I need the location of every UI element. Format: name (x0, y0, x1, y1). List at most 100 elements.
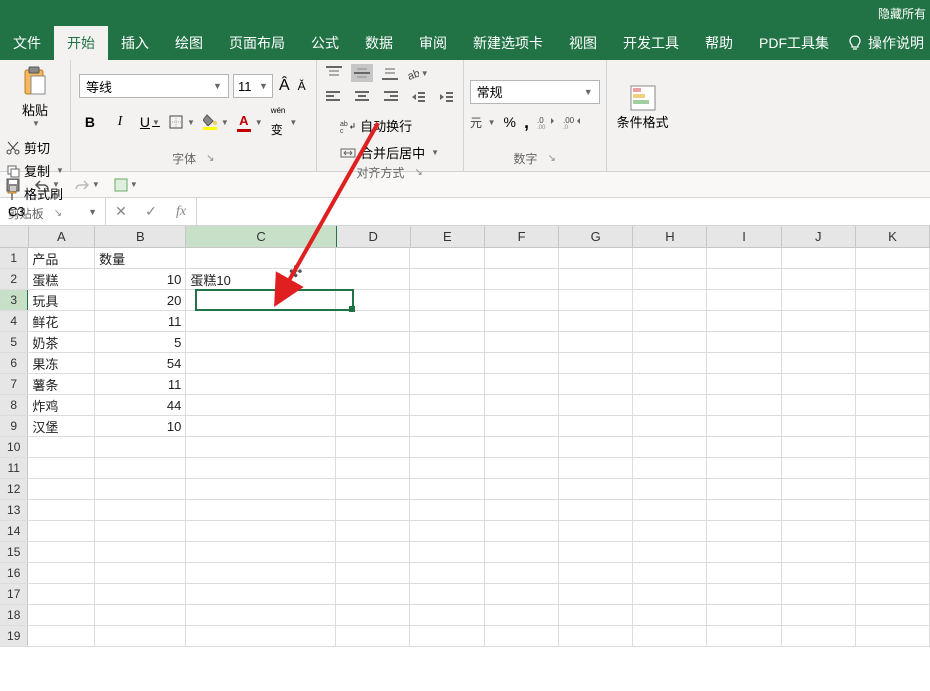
cell[interactable] (336, 290, 410, 310)
percent-button[interactable]: % (504, 114, 516, 130)
cell[interactable] (856, 479, 930, 499)
cell[interactable] (856, 353, 930, 373)
cell[interactable] (186, 290, 336, 310)
align-center[interactable] (351, 88, 373, 106)
font-launcher[interactable]: ↘ (206, 153, 214, 164)
cell[interactable] (856, 584, 930, 604)
cell[interactable] (336, 605, 410, 625)
cell[interactable] (485, 269, 559, 289)
cell[interactable] (559, 584, 633, 604)
cell[interactable] (707, 374, 781, 394)
merge-center-button[interactable]: 合并后居中▼ (340, 143, 439, 162)
row-header-4[interactable]: 4 (0, 311, 28, 331)
cell[interactable] (410, 374, 484, 394)
cell[interactable] (485, 290, 559, 310)
align-left[interactable] (323, 88, 345, 106)
tab-pdf-tools[interactable]: PDF工具集 (746, 26, 842, 60)
column-header-A[interactable]: A (29, 226, 96, 247)
row-header-1[interactable]: 1 (0, 248, 28, 268)
cell[interactable] (707, 248, 781, 268)
cell[interactable] (336, 500, 410, 520)
cell[interactable] (856, 311, 930, 331)
cell[interactable] (485, 500, 559, 520)
cell[interactable] (336, 374, 410, 394)
cell[interactable] (95, 437, 186, 457)
cell[interactable] (633, 521, 707, 541)
cell[interactable] (856, 458, 930, 478)
cell[interactable] (336, 437, 410, 457)
cell[interactable] (633, 374, 707, 394)
row-header-14[interactable]: 14 (0, 521, 28, 541)
cell[interactable] (856, 542, 930, 562)
cell[interactable] (633, 626, 707, 646)
select-all-corner[interactable] (0, 226, 29, 247)
number-launcher[interactable]: ↘ (547, 153, 555, 164)
cancel-formula-button[interactable]: ✕ (106, 203, 136, 220)
cell[interactable] (410, 479, 484, 499)
cell[interactable] (559, 605, 633, 625)
cell[interactable] (186, 563, 336, 583)
cell[interactable] (633, 248, 707, 268)
cell[interactable] (633, 332, 707, 352)
cell[interactable] (707, 605, 781, 625)
cell[interactable] (28, 563, 95, 583)
column-header-B[interactable]: B (95, 226, 186, 247)
cell[interactable] (559, 458, 633, 478)
cell[interactable] (28, 605, 95, 625)
cell[interactable] (707, 437, 781, 457)
cell[interactable] (782, 290, 856, 310)
formula-input[interactable] (197, 198, 930, 225)
cell[interactable] (633, 269, 707, 289)
cell[interactable] (186, 248, 336, 268)
cell[interactable] (186, 395, 336, 415)
cell[interactable] (633, 311, 707, 331)
currency-button[interactable]: 元▼ (470, 115, 496, 129)
row-header-6[interactable]: 6 (0, 353, 28, 373)
cell[interactable] (95, 521, 186, 541)
cell[interactable] (410, 395, 484, 415)
cell[interactable] (95, 584, 186, 604)
cell[interactable] (633, 395, 707, 415)
align-bottom[interactable] (379, 64, 401, 82)
cell[interactable]: 果冻 (28, 353, 95, 373)
column-header-F[interactable]: F (485, 226, 559, 247)
qat-new[interactable]: ▼ (114, 178, 138, 192)
tell-me[interactable]: 操作说明 (848, 26, 924, 60)
cell[interactable]: 10 (95, 269, 186, 289)
column-header-K[interactable]: K (856, 226, 930, 247)
column-header-I[interactable]: I (707, 226, 781, 247)
cell[interactable]: 炸鸡 (28, 395, 95, 415)
cell[interactable] (186, 458, 336, 478)
conditional-formatting-button[interactable]: 条件格式 (613, 84, 673, 131)
cell[interactable] (707, 500, 781, 520)
underline-button[interactable]: U▼ (139, 111, 161, 133)
cell[interactable] (410, 458, 484, 478)
cell[interactable] (856, 437, 930, 457)
cell[interactable] (559, 290, 633, 310)
cell[interactable] (485, 311, 559, 331)
align-middle[interactable] (351, 64, 373, 82)
cell[interactable] (707, 563, 781, 583)
cell[interactable] (336, 584, 410, 604)
cell[interactable] (410, 500, 484, 520)
cell[interactable] (633, 500, 707, 520)
cell[interactable]: 5 (95, 332, 186, 352)
cell[interactable] (633, 290, 707, 310)
cell[interactable] (28, 500, 95, 520)
orientation-button[interactable]: ab▼ (407, 64, 429, 82)
cell[interactable]: 产品 (28, 248, 95, 268)
cell[interactable] (559, 395, 633, 415)
cell[interactable] (782, 479, 856, 499)
column-header-J[interactable]: J (782, 226, 856, 247)
cell[interactable] (707, 521, 781, 541)
cell[interactable] (485, 605, 559, 625)
cell[interactable] (559, 542, 633, 562)
cell[interactable] (28, 542, 95, 562)
cell[interactable]: 汉堡 (28, 416, 95, 436)
row-header-7[interactable]: 7 (0, 374, 28, 394)
cell[interactable] (633, 563, 707, 583)
cell[interactable] (336, 542, 410, 562)
cell[interactable] (559, 626, 633, 646)
cell[interactable] (186, 416, 336, 436)
decrease-font-size[interactable]: Ǎ (296, 77, 308, 95)
